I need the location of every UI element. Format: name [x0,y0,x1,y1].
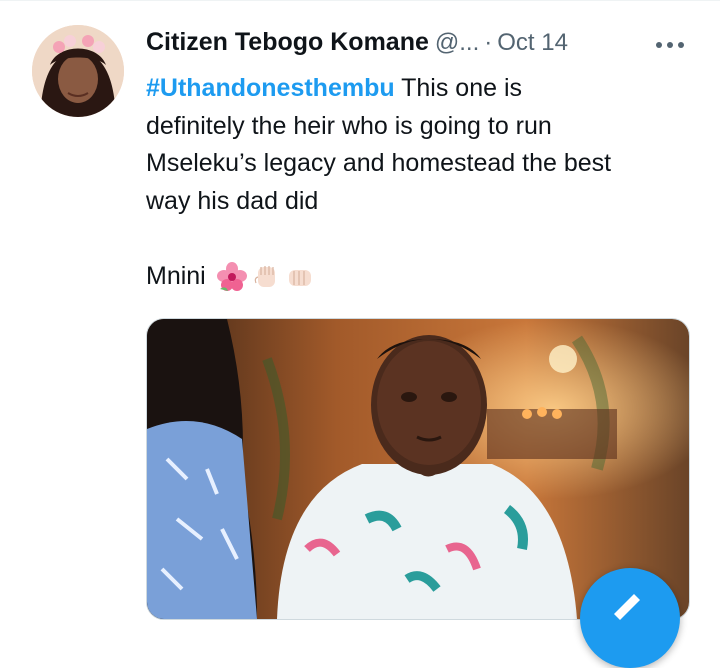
hibiscus-icon [216,261,248,293]
author-name[interactable]: Citizen Tebogo Komane [146,28,429,56]
tweet-body-line4: way his dad did [146,186,319,215]
tweet-body-line3: Mseleku’s legacy and homestead the best [146,149,612,177]
avatar[interactable] [32,25,124,117]
raised-fist-icon [250,261,282,293]
tweet-body-line1: This one is [394,74,523,102]
oncoming-fist-icon [284,261,316,293]
top-divider [0,0,720,1]
hashtag-link[interactable]: #Uthandonesthembu [146,74,395,102]
compose-tweet-button[interactable] [580,568,680,668]
tweet-header: Citizen Tebogo Komane @... · Oct 14 [146,28,666,64]
tweet-text: #Uthandonesthembu This one is definitely… [146,70,694,220]
separator-dot: · [484,29,493,56]
tweet-closing-text: Mnini [146,262,206,290]
more-horizontal-icon [655,41,685,49]
author-handle[interactable]: @... [435,29,479,56]
tweet-body-line2: definitely the heir who is going to run [146,111,552,140]
tweet-closing-line: Mnini [146,258,318,295]
emoji-row [216,261,318,293]
tweet-date[interactable]: Oct 14 [497,29,568,56]
more-button[interactable] [652,30,688,60]
